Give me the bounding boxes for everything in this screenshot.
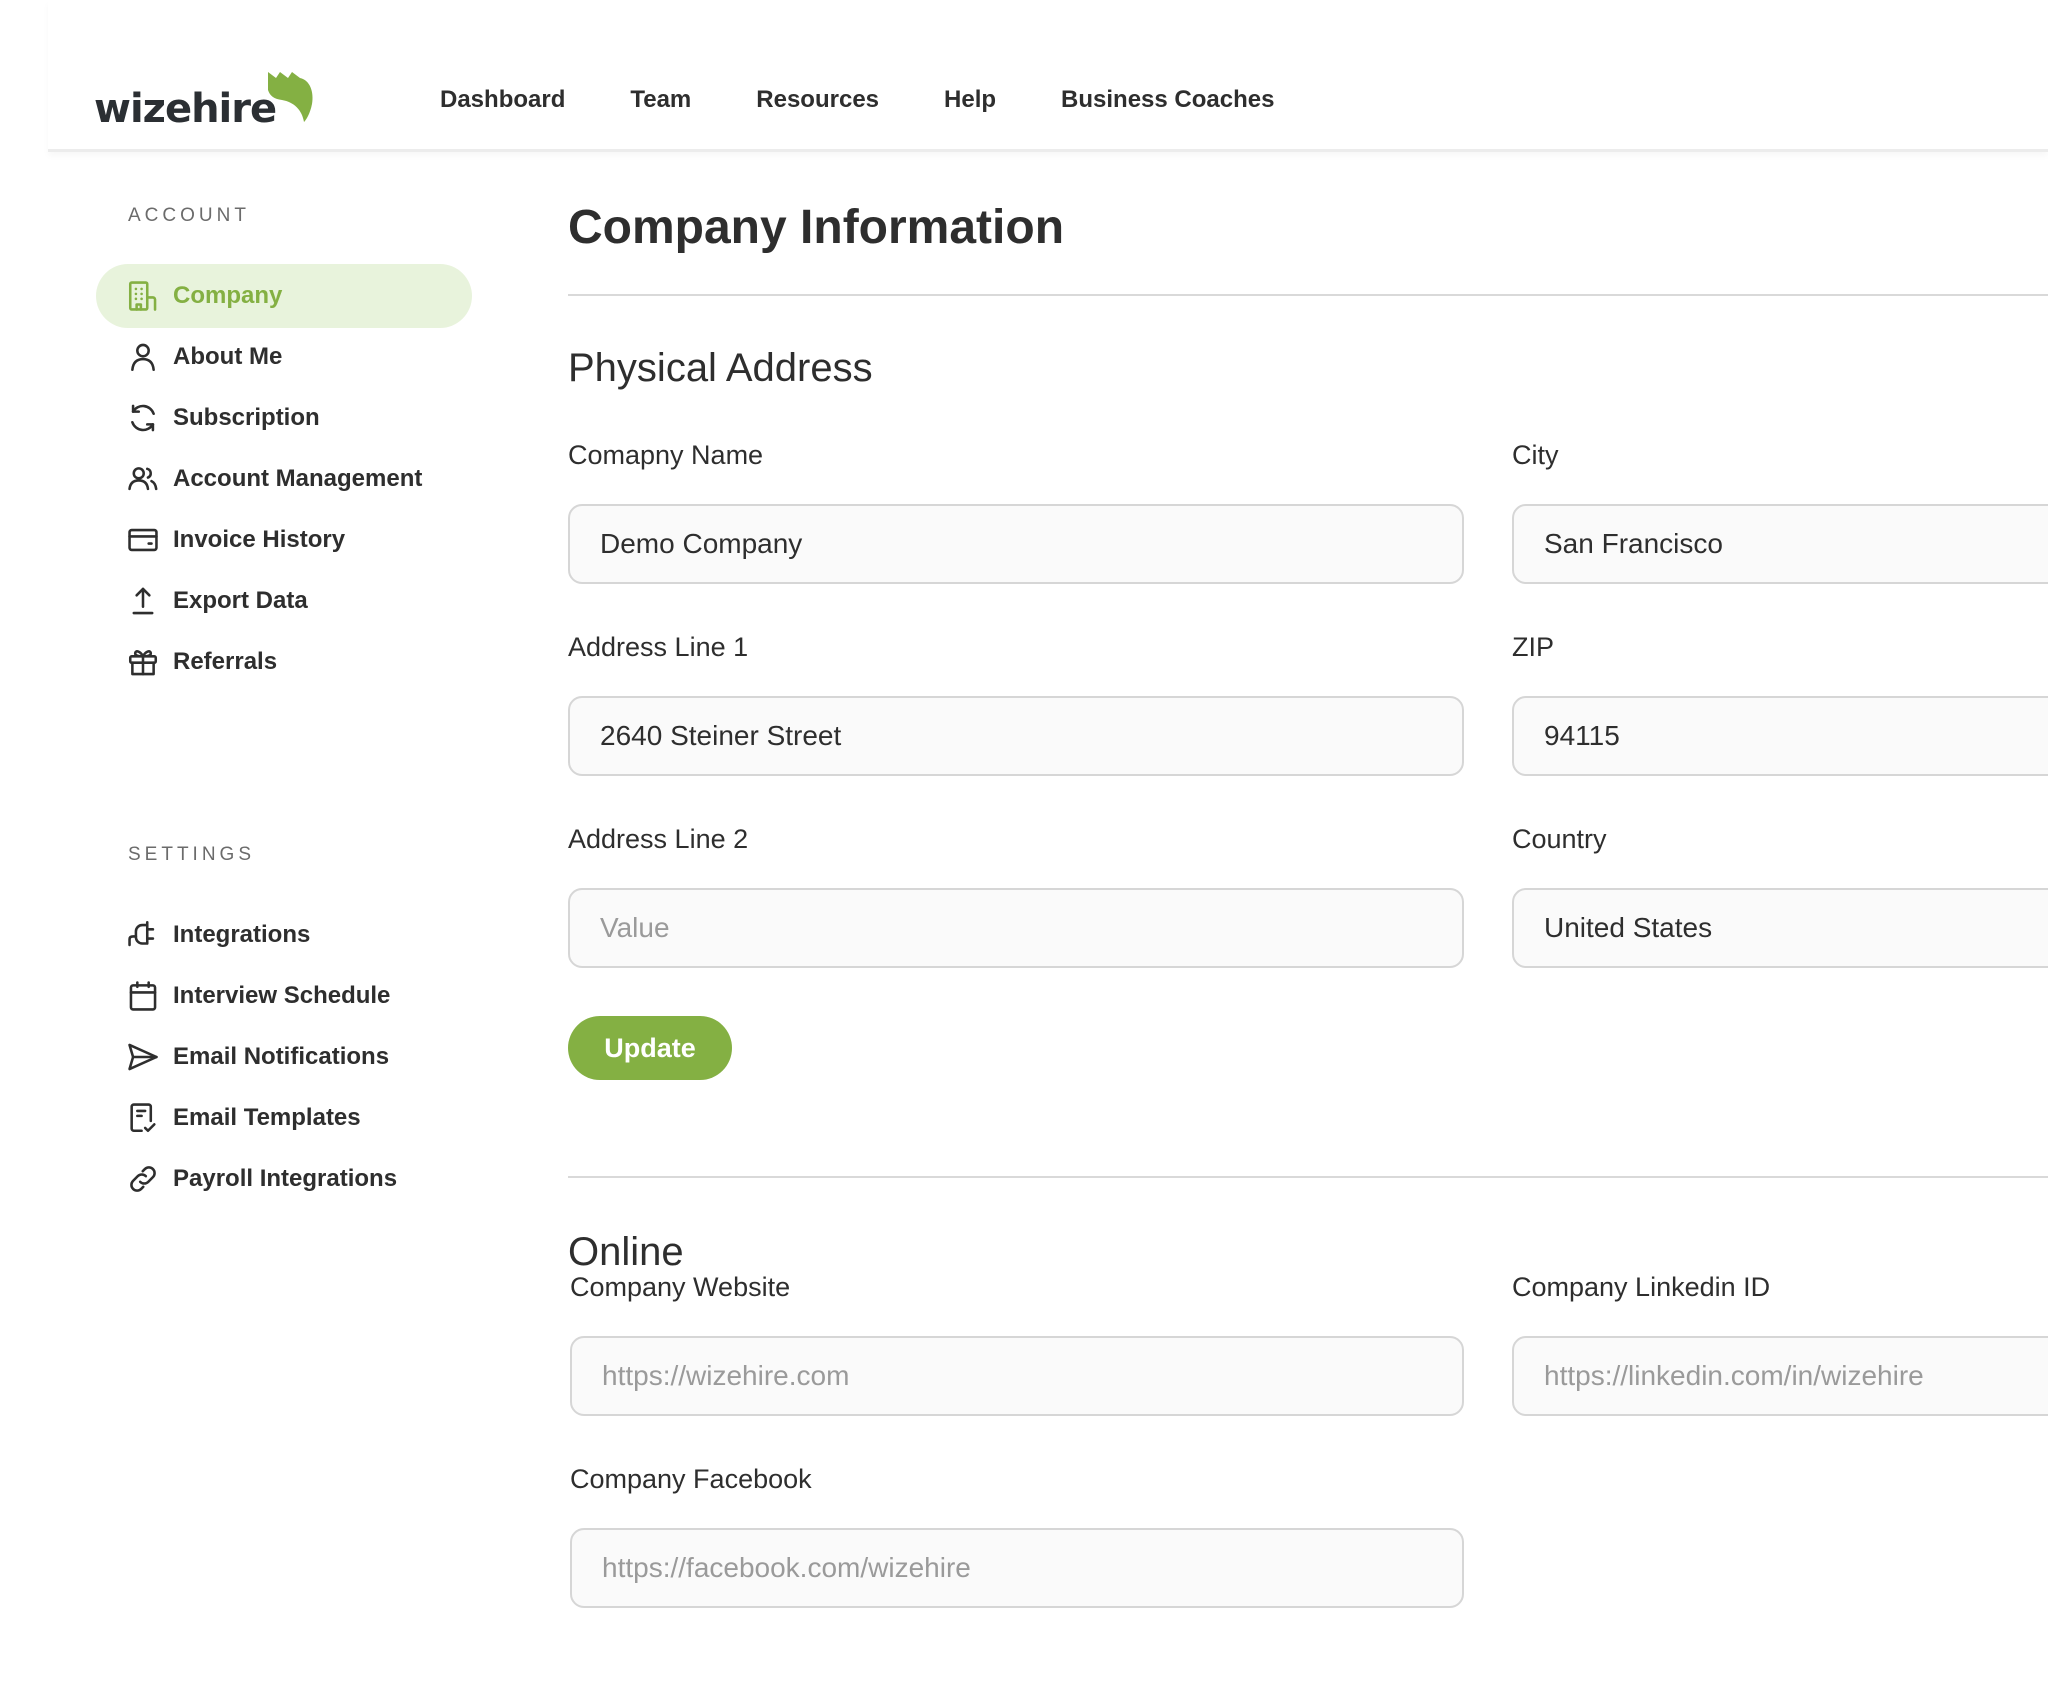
credit-card-icon (126, 523, 160, 557)
sidebar-heading-account: ACCOUNT (128, 205, 250, 226)
section-divider (568, 1176, 2048, 1178)
nav-help[interactable]: Help (944, 86, 996, 114)
update-button[interactable]: Update (568, 1016, 732, 1080)
nav-dashboard[interactable]: Dashboard (440, 86, 565, 114)
sidebar-item-label: Company (173, 282, 283, 309)
sidebar-item-subscription[interactable]: Subscription (96, 386, 472, 450)
sidebar-item-integrations[interactable]: Integrations (96, 903, 472, 967)
title-divider (568, 294, 2048, 296)
company-linkedin-label: Company Linkedin ID (1512, 1272, 1771, 1302)
company-name-input[interactable] (568, 504, 1464, 584)
sidebar-item-label: Email Templates (173, 1104, 361, 1131)
calendar-icon (126, 979, 160, 1013)
refresh-icon (126, 401, 160, 435)
online-heading: Online (568, 1230, 684, 1274)
sidebar-item-account-management[interactable]: Account Management (96, 447, 472, 511)
sidebar-item-export-data[interactable]: Export Data (96, 569, 472, 633)
sidebar-item-label: Integrations (173, 921, 311, 948)
send-icon (126, 1040, 160, 1074)
address-line-1-label: Address Line 1 (568, 632, 749, 662)
zip-input[interactable] (1512, 696, 2048, 776)
company-name-label: Comapny Name (568, 440, 764, 470)
logo-wordmark: wizehire (94, 86, 277, 132)
country-input[interactable] (1512, 888, 2048, 968)
physical-address-heading: Physical Address (568, 346, 873, 390)
country-label: Country (1512, 824, 1607, 854)
nav-team[interactable]: Team (630, 86, 691, 114)
user-icon (126, 340, 160, 374)
zip-label: ZIP (1512, 632, 1555, 662)
address-line-2-label: Address Line 2 (568, 824, 749, 854)
city-label: City (1512, 440, 1559, 470)
sidebar-heading-settings: SETTINGS (128, 844, 256, 865)
building-icon (126, 279, 160, 313)
sidebar-item-email-templates[interactable]: Email Templates (96, 1086, 472, 1150)
sidebar-item-label: Account Management (173, 465, 423, 492)
top-header: wizehire Dashboard Team Resources Help B… (48, 0, 2048, 152)
nav-business-coaches[interactable]: Business Coaches (1061, 86, 1274, 114)
company-website-label: Company Website (570, 1272, 791, 1302)
sidebar-item-invoice-history[interactable]: Invoice History (96, 508, 472, 572)
sidebar-item-about-me[interactable]: About Me (96, 325, 472, 389)
sidebar-item-label: Payroll Integrations (173, 1165, 398, 1192)
sidebar-item-referrals[interactable]: Referrals (96, 630, 472, 694)
sidebar-item-label: Invoice History (173, 526, 346, 553)
city-input[interactable] (1512, 504, 2048, 584)
sidebar-item-email-notifications[interactable]: Email Notifications (96, 1025, 472, 1089)
page-title: Company Information (568, 201, 1065, 254)
document-check-icon (126, 1101, 160, 1135)
link-icon (126, 1162, 160, 1196)
company-facebook-label: Company Facebook (570, 1464, 812, 1494)
logo-crown-icon (268, 72, 313, 122)
sidebar-item-label: About Me (173, 343, 283, 370)
address-line-2-input[interactable] (568, 888, 1464, 968)
company-linkedin-input[interactable] (1512, 1336, 2048, 1416)
company-website-input[interactable] (570, 1336, 1464, 1416)
sidebar-item-interview-schedule[interactable]: Interview Schedule (96, 964, 472, 1028)
sidebar-item-label: Interview Schedule (173, 982, 391, 1009)
nav-resources[interactable]: Resources (756, 86, 879, 114)
plug-icon (126, 918, 160, 952)
sidebar-item-label: Export Data (173, 587, 308, 614)
sidebar-item-label: Referrals (173, 648, 278, 675)
address-line-1-input[interactable] (568, 696, 1464, 776)
gift-icon (126, 645, 160, 679)
sidebar-item-label: Subscription (173, 404, 320, 431)
upload-icon (126, 584, 160, 618)
main-nav: Dashboard Team Resources Help Business C… (440, 86, 1274, 114)
wizehire-logo[interactable]: wizehire (94, 66, 313, 136)
company-facebook-input[interactable] (570, 1528, 1464, 1608)
sidebar-item-label: Email Notifications (173, 1043, 390, 1070)
sidebar-item-payroll-integrations[interactable]: Payroll Integrations (96, 1147, 472, 1211)
users-icon (126, 462, 160, 496)
sidebar-item-company[interactable]: Company (96, 264, 472, 328)
